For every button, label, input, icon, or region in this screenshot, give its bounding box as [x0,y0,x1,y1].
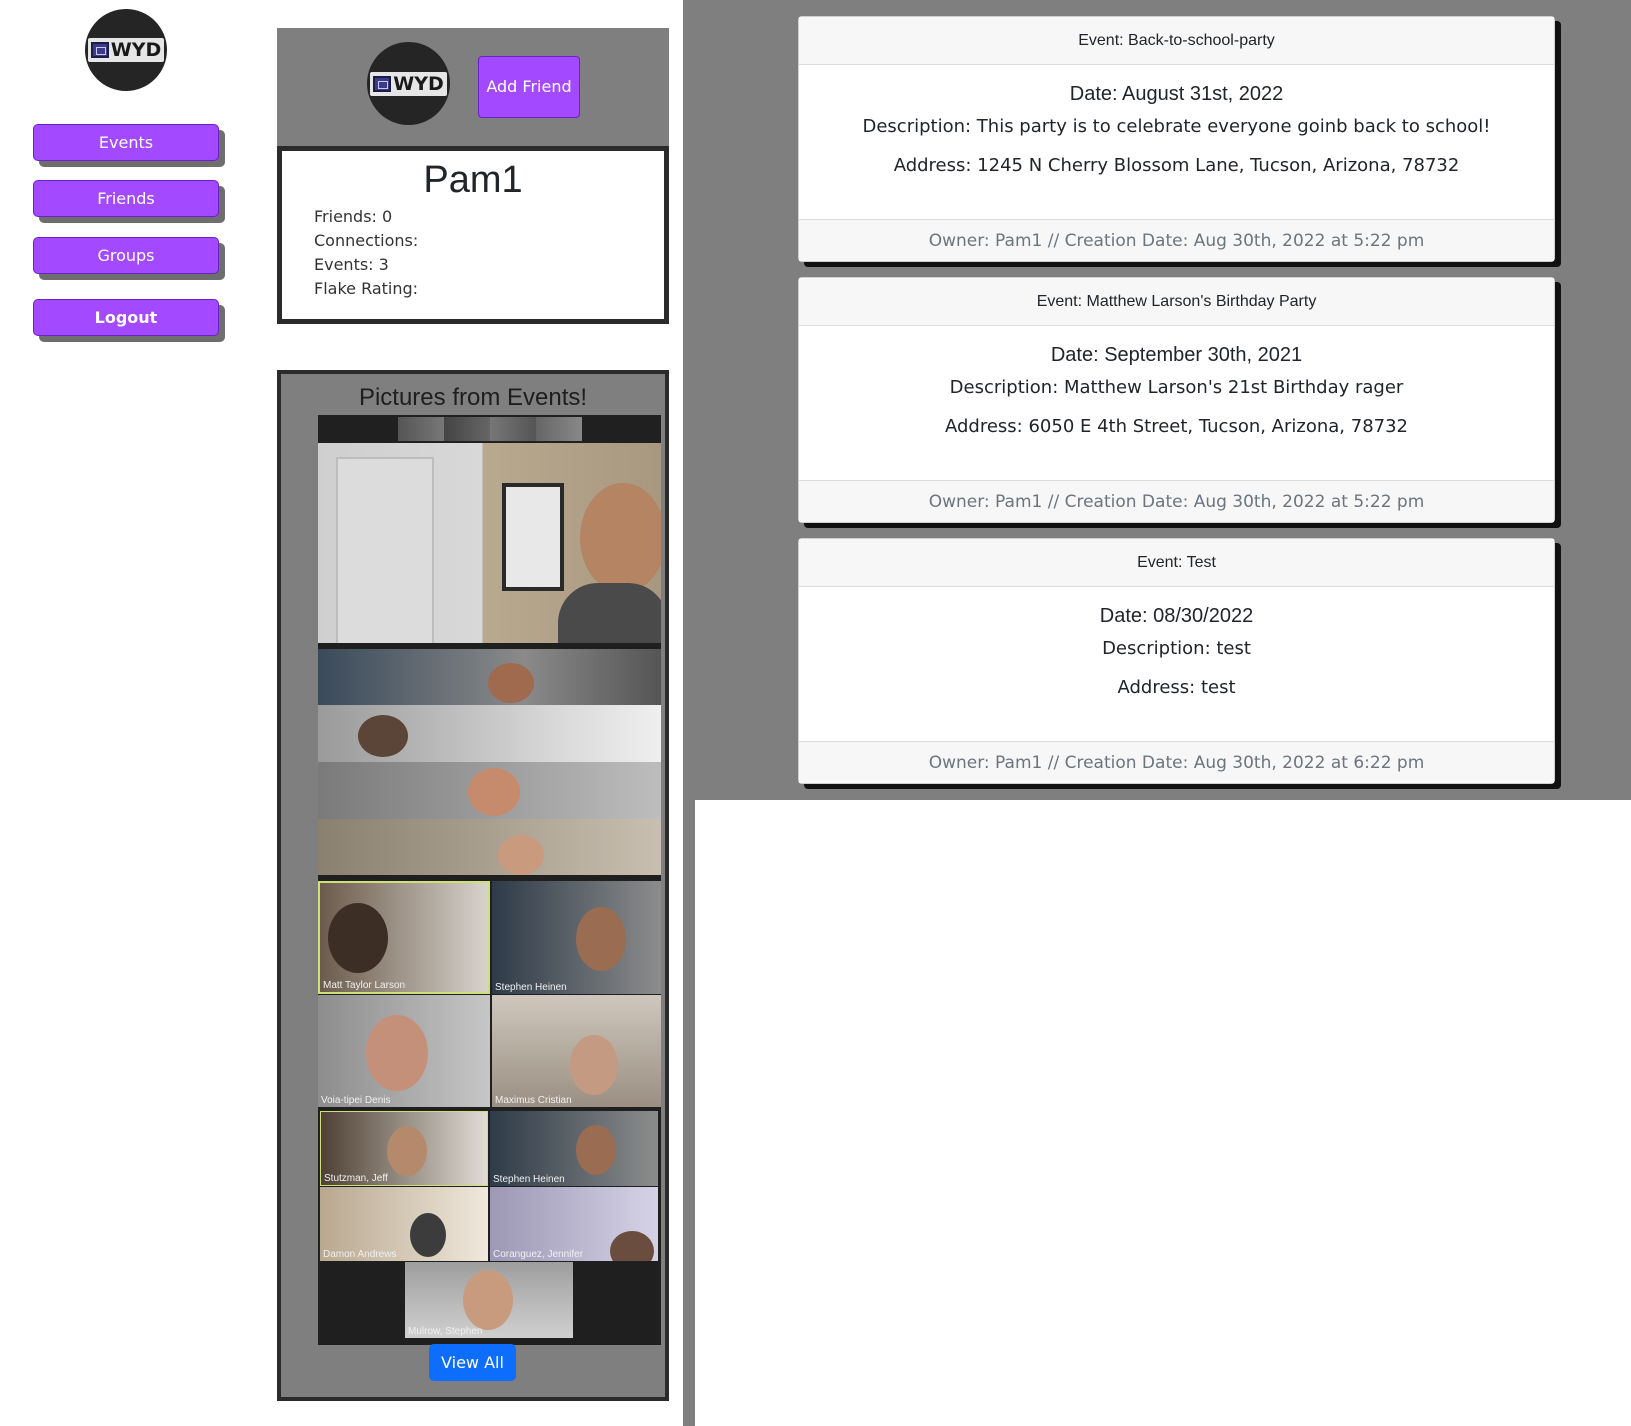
event-address: Address: test [1117,677,1236,698]
event-photo [318,705,661,762]
event-photo [318,819,661,875]
events-divider-strip [683,800,695,1426]
event-footer: Owner: Pam1 // Creation Date: Aug 30th, … [799,741,1554,783]
nav-friends-button[interactable]: Friends [33,180,219,217]
avatar-logo-text: WYD [393,72,444,95]
event-footer: Owner: Pam1 // Creation Date: Aug 30th, … [799,219,1554,261]
event-card[interactable]: Event: Test Date: 08/30/2022 Description… [798,538,1555,784]
participant-name: Matt Taylor Larson [323,980,406,991]
event-description: Description: Matthew Larson's 21st Birth… [949,377,1404,398]
participant-name: Mulrow, Stephen [408,1326,483,1337]
add-friend-button[interactable]: Add Friend [478,56,580,118]
event-photo-tile: Voia-tipei Denis [318,995,490,1107]
event-card[interactable]: Event: Back-to-school-party Date: August… [798,16,1555,262]
event-photo [318,649,661,705]
event-photo [318,443,661,643]
event-photo-tile: Mulrow, Stephen [405,1262,573,1338]
nav-events-button[interactable]: Events [33,124,219,161]
profile-avatar: WYD [367,42,450,125]
event-photo-tile: Coranguez, Jennifer [490,1187,658,1261]
logout-button[interactable]: Logout [33,299,219,336]
participant-name: Maximus Cristian [495,1095,572,1106]
event-address: Address: 1245 N Cherry Blossom Lane, Tuc… [893,155,1460,176]
event-photo-tile: Stephen Heinen [490,1111,658,1186]
participant-name: Voia-tipei Denis [321,1095,391,1106]
event-card[interactable]: Event: Matthew Larson's Birthday Party D… [798,277,1555,523]
brand-logo[interactable]: WYD [85,9,167,91]
event-photo-tile: Stephen Heinen [492,881,661,994]
event-photo [318,415,661,443]
pictures-panel: Pictures from Events! Matt Taylor Larson… [277,370,669,1401]
event-photo-tile: Damon Andrews [320,1187,488,1261]
profile-username: Pam1 [423,159,523,201]
participant-name: Stutzman, Jeff [324,1173,388,1184]
friends-count: Friends: 0 [314,207,393,226]
event-photo-collage[interactable]: Matt Taylor Larson Stephen Heinen Voia-t… [318,415,661,1345]
participant-name: Damon Andrews [323,1249,397,1260]
events-count: Events: 3 [314,255,389,274]
logo-badge: WYD [87,38,165,62]
event-footer: Owner: Pam1 // Creation Date: Aug 30th, … [799,480,1554,522]
profile-card: Pam1 Friends: 0 Connections: Events: 3 F… [277,146,669,324]
event-photo [318,762,661,819]
participant-name: Stephen Heinen [493,1174,565,1185]
event-title: Event: Back-to-school-party [799,17,1554,65]
event-date: Date: 08/30/2022 [1099,605,1254,627]
participant-name: Stephen Heinen [495,982,567,993]
logo-icon [90,42,109,58]
flake-rating: Flake Rating: [314,279,419,298]
event-photo-tile: Maximus Cristian [492,995,661,1107]
avatar-logo-badge: WYD [370,71,447,96]
event-title: Event: Test [799,539,1554,587]
event-photo-tile: Matt Taylor Larson [318,881,490,994]
event-date: Date: September 30th, 2021 [1050,344,1303,366]
logo-text: WYD [110,39,162,61]
avatar-logo-icon [373,75,392,92]
event-address: Address: 6050 E 4th Street, Tucson, Ariz… [945,416,1408,437]
connections-count: Connections: [314,231,419,250]
pictures-title: Pictures from Events! [358,384,588,411]
view-all-button[interactable]: View All [429,1344,516,1381]
event-title: Event: Matthew Larson's Birthday Party [799,278,1554,326]
nav-groups-button[interactable]: Groups [33,237,219,274]
profile-header [277,28,669,146]
event-description: Description: This party is to celebrate … [862,116,1491,137]
event-photo-tile: Stutzman, Jeff [320,1111,488,1186]
event-date: Date: August 31st, 2022 [1069,83,1284,105]
event-description: Description: test [1102,638,1251,659]
participant-name: Coranguez, Jennifer [493,1249,584,1260]
